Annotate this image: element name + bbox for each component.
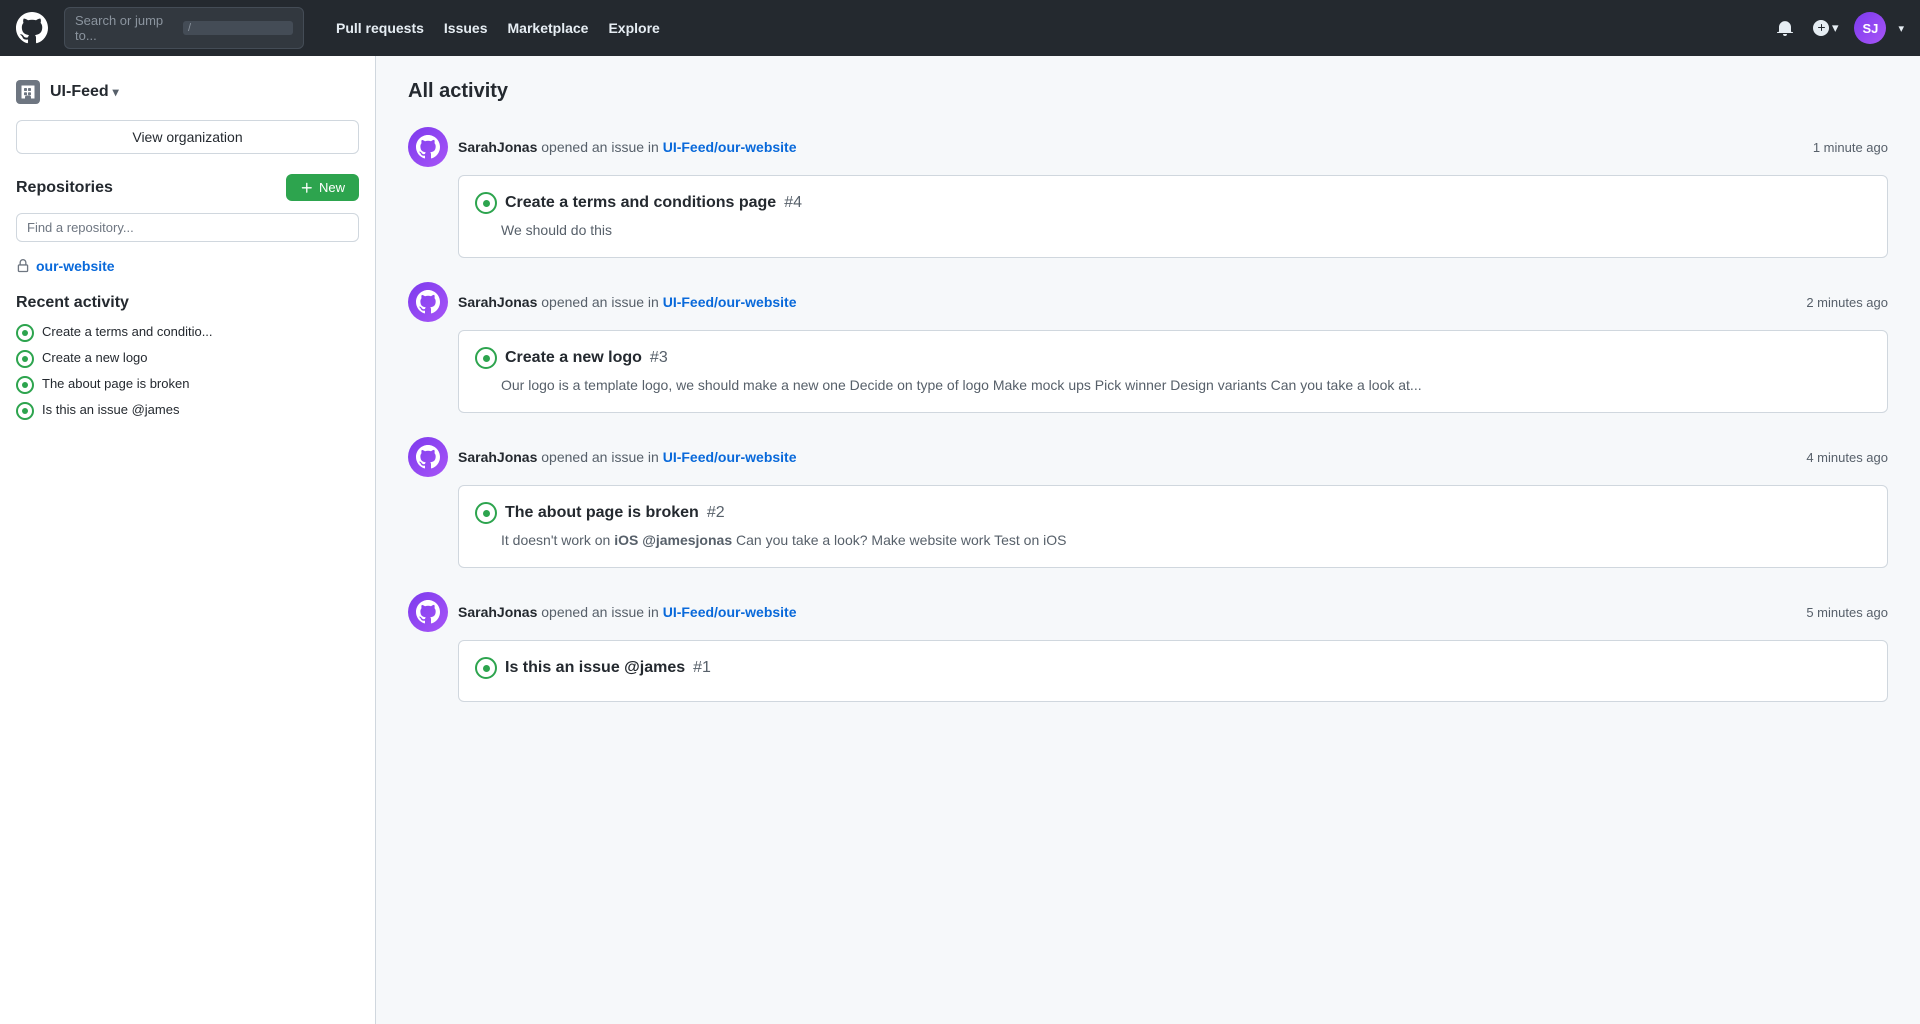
issue-number-4: #1 [693, 659, 711, 677]
feed-header-text-1: SarahJonas opened an issue in UI-Feed/ou… [458, 139, 1803, 155]
recent-item-text-3: The about page is broken [42, 376, 189, 391]
nav-marketplace[interactable]: Marketplace [500, 14, 597, 42]
issue-status-icon-4 [475, 657, 497, 679]
feed-item-3: SarahJonas opened an issue in UI-Feed/ou… [408, 437, 1888, 568]
issue-status-icon-2 [475, 347, 497, 369]
nav-pull-requests[interactable]: Pull requests [328, 14, 432, 42]
feed-avatar-3 [408, 437, 448, 477]
feed-repo-4[interactable]: UI-Feed/our-website [663, 604, 797, 620]
issue-number-3: #2 [707, 504, 725, 522]
feed-card-body-1: We should do this [501, 220, 1871, 241]
repositories-label: Repositories [16, 179, 113, 197]
nav-explore[interactable]: Explore [600, 14, 667, 42]
feed-header-text-4: SarahJonas opened an issue in UI-Feed/ou… [458, 604, 1796, 620]
feed-repo-3[interactable]: UI-Feed/our-website [663, 449, 797, 465]
feed-header-text-2: SarahJonas opened an issue in UI-Feed/ou… [458, 294, 1796, 310]
create-chevron: ▾ [1832, 20, 1839, 36]
search-kbd: / [183, 21, 293, 35]
recent-item-2[interactable]: Create a new logo [16, 350, 359, 368]
feed-avatar-2 [408, 282, 448, 322]
new-repo-button[interactable]: New [286, 174, 359, 201]
recent-item-text-4: Is this an issue @james [42, 402, 179, 417]
feed-actor-3: SarahJonas [458, 449, 537, 465]
github-logo[interactable] [16, 12, 48, 44]
recent-item-text-1: Create a terms and conditio... [42, 324, 213, 339]
issue-number-2: #3 [650, 349, 668, 367]
search-box[interactable]: Search or jump to... / [64, 7, 304, 49]
org-dropdown-arrow[interactable]: ▾ [113, 85, 119, 99]
feed-repo-1[interactable]: UI-Feed/our-website [663, 139, 797, 155]
feed-time-1: 1 minute ago [1813, 140, 1888, 155]
create-button[interactable]: ▾ [1809, 16, 1843, 40]
view-organization-button[interactable]: View organization [16, 120, 359, 154]
feed-time-3: 4 minutes ago [1806, 450, 1888, 465]
feed-avatar-1 [408, 127, 448, 167]
feed-header-3: SarahJonas opened an issue in UI-Feed/ou… [408, 437, 1888, 477]
repo-link-our-website[interactable]: our-website [16, 254, 359, 278]
feed-repo-2[interactable]: UI-Feed/our-website [663, 294, 797, 310]
search-placeholder: Search or jump to... [75, 13, 175, 43]
feed-time-2: 2 minutes ago [1806, 295, 1888, 310]
feed-action-1: opened an issue in [541, 139, 662, 155]
feed-card-body-2: Our logo is a template logo, we should m… [501, 375, 1871, 396]
recent-item-1[interactable]: Create a terms and conditio... [16, 324, 359, 342]
feed-actor-2: SarahJonas [458, 294, 537, 310]
feed-card-2[interactable]: Create a new logo #3 Our logo is a templ… [458, 330, 1888, 413]
feed-actor-1: SarahJonas [458, 139, 537, 155]
feed-card-1[interactable]: Create a terms and conditions page #4 We… [458, 175, 1888, 258]
nav-links: Pull requests Issues Marketplace Explore [328, 14, 668, 42]
feed-header-2: SarahJonas opened an issue in UI-Feed/ou… [408, 282, 1888, 322]
find-repository-input[interactable] [16, 213, 359, 242]
avatar[interactable]: SJ [1854, 12, 1886, 44]
feed-header-text-3: SarahJonas opened an issue in UI-Feed/ou… [458, 449, 1796, 465]
layout: UI-Feed ▾ View organization Repositories… [0, 56, 1920, 1024]
feed-card-title-2: Create a new logo #3 [475, 347, 1871, 369]
recent-activity-label: Recent activity [16, 294, 359, 312]
nav-issues[interactable]: Issues [436, 14, 496, 42]
issue-open-icon-4 [16, 402, 34, 420]
feed-action-4: opened an issue in [541, 604, 662, 620]
feed-card-title-1: Create a terms and conditions page #4 [475, 192, 1871, 214]
sidebar: UI-Feed ▾ View organization Repositories… [0, 56, 376, 1024]
notifications-button[interactable] [1773, 16, 1797, 40]
issue-status-icon-1 [475, 192, 497, 214]
recent-item-4[interactable]: Is this an issue @james [16, 402, 359, 420]
issue-open-icon-2 [16, 350, 34, 368]
recent-item-text-2: Create a new logo [42, 350, 148, 365]
issue-open-icon-3 [16, 376, 34, 394]
issue-number-1: #4 [784, 194, 802, 212]
nav-right: ▾ SJ ▾ [1773, 12, 1904, 44]
org-header: UI-Feed ▾ [16, 80, 359, 104]
feed-avatar-4 [408, 592, 448, 632]
issue-open-icon-1 [16, 324, 34, 342]
recent-item-3[interactable]: The about page is broken [16, 376, 359, 394]
feed-action-3: opened an issue in [541, 449, 662, 465]
feed-card-3[interactable]: The about page is broken #2 It doesn't w… [458, 485, 1888, 568]
issue-status-icon-3 [475, 502, 497, 524]
org-icon [16, 80, 40, 104]
navbar: Search or jump to... / Pull requests Iss… [0, 0, 1920, 56]
avatar-chevron: ▾ [1898, 22, 1904, 35]
main-content: All activity SarahJonas opened an issue … [376, 56, 1920, 1024]
feed-header-4: SarahJonas opened an issue in UI-Feed/ou… [408, 592, 1888, 632]
feed-header-1: SarahJonas opened an issue in UI-Feed/ou… [408, 127, 1888, 167]
org-name[interactable]: UI-Feed ▾ [50, 83, 119, 101]
feed-item-4: SarahJonas opened an issue in UI-Feed/ou… [408, 592, 1888, 702]
feed-action-2: opened an issue in [541, 294, 662, 310]
feed-card-title-4: Is this an issue @james #1 [475, 657, 1871, 679]
feed-card-4[interactable]: Is this an issue @james #1 [458, 640, 1888, 702]
feed-card-title-3: The about page is broken #2 [475, 502, 1871, 524]
feed-item-1: SarahJonas opened an issue in UI-Feed/ou… [408, 127, 1888, 258]
page-title: All activity [408, 80, 1888, 103]
feed-card-body-3: It doesn't work on iOS @jamesjonas Can y… [501, 530, 1871, 551]
repositories-section-header: Repositories New [16, 174, 359, 201]
feed-actor-4: SarahJonas [458, 604, 537, 620]
feed-time-4: 5 minutes ago [1806, 605, 1888, 620]
feed-item-2: SarahJonas opened an issue in UI-Feed/ou… [408, 282, 1888, 413]
